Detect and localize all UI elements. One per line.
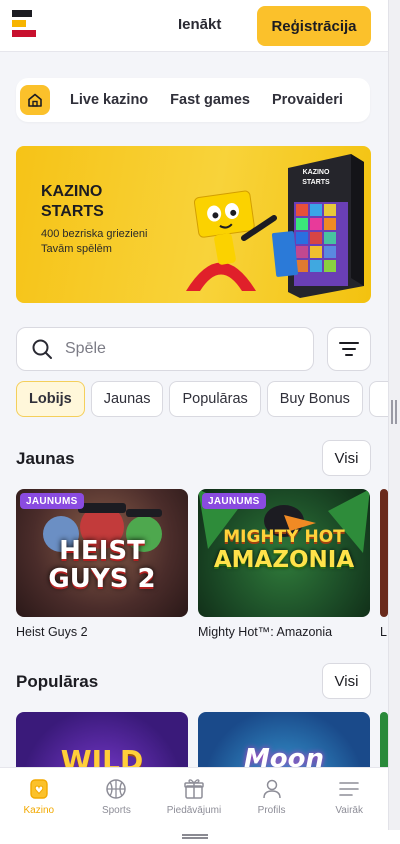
new-badge: JAUNUMS: [20, 493, 84, 509]
banner-subtitle: 400 bezriska griezieni Tavām spēlēm: [41, 228, 148, 255]
section-title-new: Jaunas: [16, 449, 75, 468]
game-card-mighty-hot-amazonia[interactable]: MIGHTY HOT AMAZONIA JAUNUMS: [198, 489, 370, 617]
search-input[interactable]: Spēle: [16, 327, 314, 371]
casino-icon: [30, 779, 48, 799]
menu-icon: [339, 782, 359, 796]
section-title-popular: Populāras: [16, 672, 99, 691]
home-icon: [28, 93, 42, 107]
filter-chips: Lobijs Jaunas Populāras Buy Bonus: [16, 381, 388, 417]
svg-text:KAZINO: KAZINO: [303, 169, 330, 176]
game-art-title-bottom: AMAZONIA: [213, 547, 355, 573]
chip-new[interactable]: Jaunas: [90, 381, 164, 417]
nav-label: Piedāvājumi: [166, 805, 222, 816]
register-button[interactable]: Reģistrācija: [257, 6, 371, 46]
search-icon: [32, 339, 52, 359]
game-name[interactable]: Mighty Hot™: Amazonia: [198, 625, 332, 639]
category-tabs: Live kazino Fast games Provaideri: [16, 78, 370, 122]
nav-sports[interactable]: Sports: [78, 768, 156, 830]
brand-logo[interactable]: [12, 10, 36, 42]
tab-home[interactable]: [20, 85, 50, 115]
promo-banner[interactable]: KAZINO STARTS 400 bezriska griezieni Tav…: [16, 146, 371, 303]
nav-casino[interactable]: Kazino: [0, 768, 78, 830]
game-name[interactable]: Heist Guys 2: [16, 625, 88, 639]
search-placeholder: Spēle: [65, 340, 106, 357]
chip-popular[interactable]: Populāras: [169, 381, 261, 417]
nav-label: Profils: [257, 805, 286, 816]
home-indicator: [0, 830, 400, 844]
filter-button[interactable]: [327, 327, 371, 371]
scrollbar[interactable]: [388, 0, 400, 844]
gift-icon: [184, 779, 204, 799]
user-icon: [262, 779, 281, 799]
filter-icon: [339, 342, 359, 356]
nav-label: Vairāk: [335, 805, 363, 816]
game-art-title: HEIST GUYS 2: [48, 536, 156, 594]
game-name[interactable]: L: [380, 625, 387, 639]
nav-more[interactable]: Vairāk: [310, 768, 388, 830]
view-all-popular-button[interactable]: Visi: [322, 663, 371, 699]
chip-more[interactable]: [368, 381, 388, 417]
tab-providers[interactable]: Provaideri: [272, 92, 343, 108]
nav-label: Sports: [101, 805, 131, 816]
scrollbar-handle[interactable]: [391, 400, 397, 424]
new-badge: JAUNUMS: [202, 493, 266, 509]
game-card-partial[interactable]: [380, 489, 388, 617]
basketball-icon: [106, 779, 127, 799]
banner-title: KAZINO STARTS: [41, 183, 104, 220]
game-card-heist-guys-2[interactable]: HEIST GUYS 2 JAUNUMS: [16, 489, 188, 617]
chip-lobby[interactable]: Lobijs: [16, 381, 85, 417]
view-all-new-button[interactable]: Visi: [322, 440, 371, 476]
bottom-navigation: Kazino Sports Piedāvājumi Profils Vairāk: [0, 767, 388, 830]
svg-text:STARTS: STARTS: [302, 179, 330, 186]
banner-illustration: KAZINO STARTS: [186, 154, 364, 298]
top-header: Ienākt Reģistrācija: [0, 0, 388, 52]
tab-live-casino[interactable]: Live kazino: [70, 92, 148, 108]
nav-label: Kazino: [23, 805, 55, 816]
chip-buy-bonus[interactable]: Buy Bonus: [266, 381, 363, 417]
tab-fast-games[interactable]: Fast games: [170, 92, 250, 108]
nav-offers[interactable]: Piedāvājumi: [155, 768, 233, 830]
login-button[interactable]: Ienākt: [178, 16, 221, 33]
nav-profile[interactable]: Profils: [233, 768, 311, 830]
game-art-title-top: MIGHTY HOT: [223, 527, 345, 547]
page: Ienākt Reģistrācija Live kazino Fast gam…: [0, 0, 388, 844]
